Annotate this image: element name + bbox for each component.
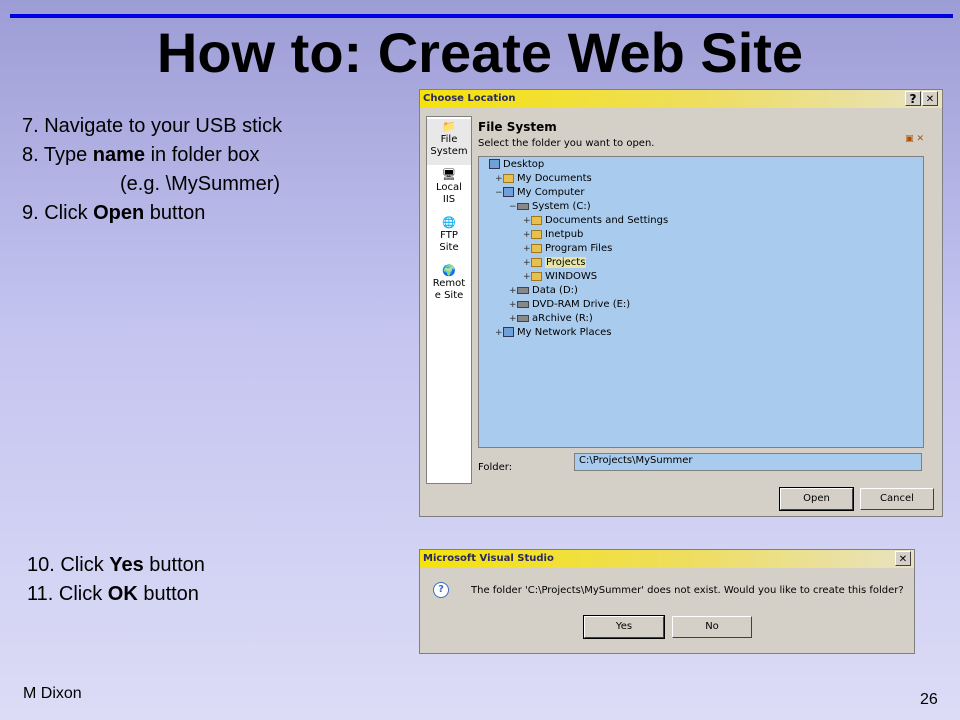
- tree-node[interactable]: + Documents and Settings: [523, 214, 668, 228]
- open-button[interactable]: Open: [779, 487, 854, 511]
- drive-icon: [517, 314, 529, 322]
- step-8: 8. Type name in folder box: [22, 144, 260, 166]
- tree-node-label: Inetpub: [545, 229, 584, 240]
- file-system-heading: File System: [478, 120, 557, 134]
- computer-icon: [503, 327, 514, 337]
- folder-icon: [531, 257, 542, 267]
- tree-node[interactable]: + Projects: [523, 256, 587, 270]
- step-9: 9. Click Open button: [22, 202, 206, 224]
- expand-toggle-icon[interactable]: +: [523, 214, 531, 228]
- folder-icon: [531, 215, 542, 225]
- choose-location-dialog: Choose Location ? ✕ 📁 File System 🖥 Loca…: [419, 89, 943, 517]
- tree-node-label: Data (D:): [532, 285, 578, 296]
- author: M Dixon: [23, 685, 82, 702]
- tree-node[interactable]: + My Network Places: [495, 326, 611, 340]
- choose-location-title: Choose Location: [420, 90, 942, 108]
- step-10: 10. Click Yes button: [27, 554, 205, 576]
- expand-toggle-icon[interactable]: +: [523, 270, 531, 284]
- computer-icon: [489, 159, 500, 169]
- expand-toggle-icon[interactable]: +: [523, 242, 531, 256]
- new-delete-folder-icons[interactable]: ▣ ✕: [905, 134, 924, 144]
- expand-toggle-icon[interactable]: +: [509, 298, 517, 312]
- expand-toggle-icon[interactable]: −: [509, 200, 517, 214]
- expand-toggle-icon[interactable]: +: [509, 284, 517, 298]
- tree-node-label: System (C:): [532, 201, 591, 212]
- file-system-subheading: Select the folder you want to open.: [478, 138, 655, 149]
- step-7: 7. Navigate to your USB stick: [22, 115, 283, 137]
- expand-toggle-icon[interactable]: +: [523, 256, 531, 270]
- step-8-example: (e.g. \MySummer): [120, 173, 281, 195]
- folder-icon: [531, 271, 542, 281]
- tree-node-label: Desktop: [503, 159, 545, 170]
- folder-tree[interactable]: Desktop + My Documents − My Computer − System …: [478, 156, 924, 448]
- folder-input[interactable]: C:\Projects\MySummer: [574, 453, 922, 471]
- drive-icon: [517, 300, 529, 308]
- cancel-button[interactable]: Cancel: [860, 488, 934, 510]
- help-button[interactable]: ?: [905, 91, 921, 106]
- expand-toggle-icon[interactable]: +: [495, 172, 503, 186]
- tree-node-label: Program Files: [545, 243, 613, 254]
- steps-list-2: 10. Click Yes button 11. Click OK button: [27, 551, 205, 609]
- computer-icon: [503, 187, 514, 197]
- ftp-site-icon: 🌐: [442, 216, 456, 229]
- place-remote-site[interactable]: 🌍 Remot e Site: [427, 263, 471, 309]
- tree-node-label: WINDOWS: [545, 271, 598, 282]
- local-iis-icon: 🖥: [442, 168, 456, 181]
- step-11: 11. Click OK button: [27, 583, 199, 605]
- tree-node[interactable]: + DVD-RAM Drive (E:): [509, 298, 630, 312]
- tree-node[interactable]: + Data (D:): [509, 284, 578, 298]
- tree-node[interactable]: + My Documents: [495, 172, 592, 186]
- steps-list-1: 7. Navigate to your USB stick 8. Type na…: [22, 112, 282, 228]
- vs-message: The folder 'C:\Projects\MySummer' does n…: [471, 585, 904, 596]
- tree-node-label: aRchive (R:): [532, 313, 593, 324]
- drive-icon: [517, 286, 529, 294]
- expand-toggle-icon[interactable]: −: [495, 186, 503, 200]
- no-button[interactable]: No: [672, 616, 752, 638]
- question-icon: ?: [433, 582, 449, 598]
- drive-icon: [517, 202, 529, 210]
- folder-icon: [503, 173, 514, 183]
- file-system-icon: 📁: [442, 120, 456, 133]
- place-file-system[interactable]: 📁 File System: [427, 119, 471, 165]
- tree-node-label: Projects: [545, 257, 587, 268]
- expand-toggle-icon[interactable]: +: [509, 312, 517, 326]
- tree-node-label: My Network Places: [517, 327, 612, 338]
- tree-node[interactable]: + Inetpub: [523, 228, 583, 242]
- tree-node[interactable]: Desktop: [481, 158, 544, 172]
- tree-node[interactable]: − My Computer: [495, 186, 584, 200]
- folder-icon: [531, 229, 542, 239]
- page-number: 26: [920, 691, 938, 708]
- vs-dialog: Microsoft Visual Studio ✕ ? The folder '…: [419, 549, 915, 654]
- yes-button[interactable]: Yes: [583, 615, 665, 639]
- tree-node[interactable]: + aRchive (R:): [509, 312, 593, 326]
- expand-toggle-icon[interactable]: +: [523, 228, 531, 242]
- tree-node-label: My Computer: [517, 187, 585, 198]
- tree-node-label: My Documents: [517, 173, 592, 184]
- folder-label: Folder:: [478, 462, 513, 473]
- top-rule: [10, 14, 953, 18]
- folder-icon: [531, 243, 542, 253]
- vs-dialog-title: Microsoft Visual Studio: [420, 550, 914, 568]
- tree-node-label: DVD-RAM Drive (E:): [532, 299, 631, 310]
- close-button[interactable]: ✕: [922, 91, 938, 106]
- vs-close-button[interactable]: ✕: [895, 551, 911, 566]
- slide-title: How to: Create Web Site: [156, 21, 804, 84]
- tree-node[interactable]: − System (C:): [509, 200, 591, 214]
- places-bar: 📁 File System 🖥 Local IIS 🌐 FTP Site 🌍 R…: [426, 116, 472, 484]
- place-ftp-site[interactable]: 🌐 FTP Site: [427, 215, 471, 259]
- remote-site-icon: 🌍: [442, 264, 456, 277]
- tree-node[interactable]: + WINDOWS: [523, 270, 597, 284]
- place-local-iis[interactable]: 🖥 Local IIS: [427, 167, 471, 211]
- tree-node[interactable]: + Program Files: [523, 242, 612, 256]
- tree-node-label: Documents and Settings: [545, 215, 669, 226]
- expand-toggle-icon[interactable]: +: [495, 326, 503, 340]
